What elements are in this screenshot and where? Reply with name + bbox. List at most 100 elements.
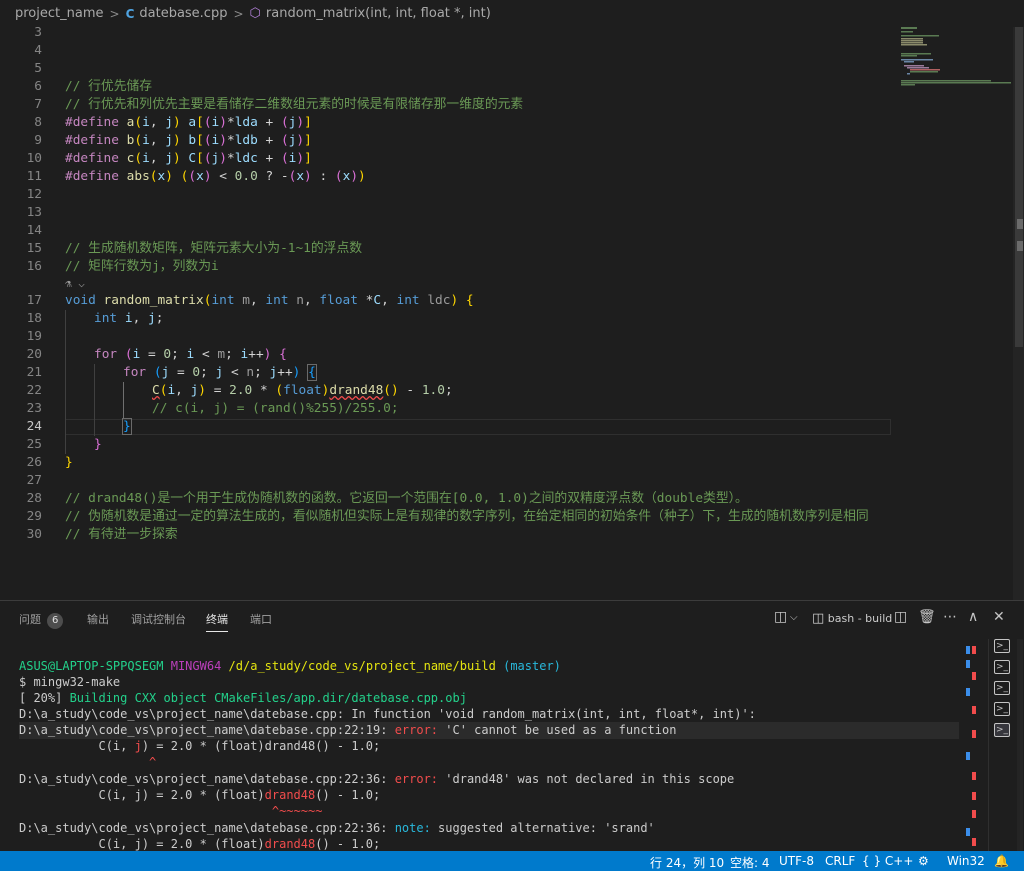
code-line: 23 // c(i, j) = (rand()%255)/255.0; [0, 400, 895, 418]
line-number: 21 [26, 365, 42, 380]
indentation[interactable]: 空格: 4 [730, 854, 770, 871]
scroll-marker [1017, 219, 1023, 229]
line-number: 19 [26, 329, 42, 344]
code-line: 30 // 有待进一步探索 [0, 526, 895, 544]
code-line: 25} [0, 436, 895, 454]
code-text: void random_matrix(int m, int n, float *… [65, 293, 474, 308]
line-number: 13 [26, 205, 42, 220]
breadcrumb-symbol-label: random_matrix(int, int, float *, int) [265, 6, 491, 21]
code-line: 7 // 行优先和列优先主要是看储存二维数组元素的时候是有限储存那一维度的元素 [0, 96, 895, 114]
breadcrumb-file[interactable]: Cdatebase.cpp [126, 6, 228, 21]
line-number: 3 [34, 27, 42, 40]
tab-terminal[interactable]: 终端 [206, 611, 228, 632]
line-number: 30 [26, 527, 42, 542]
line-number: 4 [34, 43, 42, 58]
terminal-instance-icon-active[interactable]: >_ [994, 723, 1010, 737]
terminal-instance-icon[interactable]: >_ [994, 681, 1010, 695]
cursor-position[interactable]: 行 24，列 10 [650, 854, 724, 871]
terminal-error-line: D:\a_study\code_vs\project_name\datebase… [19, 722, 959, 739]
terminal-instance-icon[interactable]: >_ [994, 660, 1010, 674]
line-number: 5 [34, 61, 42, 76]
line-number: 7 [34, 97, 42, 112]
terminal-select[interactable]: ◫ bash - build [812, 611, 892, 626]
terminal-error-line: D:\a_study\code_vs\project_name\datebase… [19, 772, 735, 786]
code-line: 5 [0, 60, 895, 78]
encoding[interactable]: UTF-8 [779, 854, 814, 868]
terminal-code-line: C(i, j) = 2.0 * (float)drand48() - 1.0; [19, 837, 381, 851]
terminal-scrollbar[interactable] [962, 642, 978, 852]
comment: // 有待进一步探索 [65, 527, 178, 542]
code-line: 19 [0, 328, 895, 346]
breadcrumb: project_name > Cdatebase.cpp > ⬡ random_m… [0, 0, 1024, 27]
bottom-panel: 问题 6 输出 调试控制台 终端 端口 ◫ ⌵ ◫ bash - build ◫ … [0, 600, 1024, 852]
code-text: #define c(i, j) C[(j)*ldc + (i)] [65, 151, 312, 166]
terminal-line: D:\a_study\code_vs\project_name\datebase… [19, 707, 756, 721]
code-line: 6 // 行优先储存 [0, 78, 895, 96]
scrollbar-thumb[interactable] [1015, 27, 1023, 347]
codelens-row: ⚗ ⌵ [0, 275, 895, 291]
split-layout-icon[interactable]: ◫ [774, 609, 787, 625]
maximize-panel-icon[interactable]: ∧ [968, 609, 978, 625]
terminal-code-line: C(i, j) = 2.0 * (float)drand48() - 1.0; [19, 788, 381, 802]
line-number: 15 [26, 241, 42, 256]
panel-tabs: 问题 6 输出 调试控制台 终端 端口 ◫ ⌵ ◫ bash - build ◫ … [0, 601, 1024, 636]
code-line: 28 // drand48()是一个用于生成伪随机数的函数。它返回一个范围在[0.… [0, 490, 895, 508]
language-mode[interactable]: { } C++ [862, 854, 913, 868]
cpp-file-icon: C [125, 6, 135, 21]
terminal-instance-icon[interactable]: >_ [994, 702, 1010, 716]
terminal-prompt: ASUS@LAPTOP-SPPQSEGM MINGW64 /d/a_study/… [19, 659, 561, 673]
editor-scrollbar[interactable] [1013, 27, 1024, 600]
breadcrumb-file-label: datebase.cpp [139, 6, 228, 21]
terminal-instance-icon[interactable]: >_ [994, 639, 1010, 653]
line-number: 17 [26, 293, 42, 308]
terminal-output[interactable]: ASUS@LAPTOP-SPPQSEGM MINGW64 /d/a_study/… [0, 644, 960, 852]
terminal-list-scrollbar[interactable] [1017, 639, 1023, 852]
trash-icon[interactable]: 🗑 [918, 609, 936, 625]
tab-output[interactable]: 输出 [87, 611, 109, 627]
problems-count-badge: 6 [47, 613, 64, 629]
line-number: 28 [26, 491, 42, 506]
code-line: 12 [0, 186, 895, 204]
code-text: } [65, 455, 73, 470]
terminal-code-line: C(i, j) = 2.0 * (float)drand48() - 1.0; [19, 739, 381, 753]
code-editor[interactable]: 3 5 4 6 // 行优先储存 7 // 行优先和列优先主要是看储存二维数组元素的… [0, 27, 895, 600]
copilot-icon[interactable]: ⚙ [918, 854, 929, 868]
breadcrumb-project-label: project_name [15, 6, 104, 21]
codelens-icon[interactable]: ⚗ ⌵ [65, 275, 85, 293]
tab-ports[interactable]: 端口 [250, 611, 272, 627]
breadcrumb-project[interactable]: project_name [15, 6, 104, 21]
code-line: 9 #define b(i, j) b[(i)*ldb + (j)] [0, 132, 895, 150]
code-line: 4 [0, 42, 895, 60]
code-line: 20 for (i = 0; i < m; i++) { [0, 346, 895, 364]
terminal-build-line: [ 20%] Building CXX object CMakeFiles/ap… [19, 691, 467, 705]
comment: // 行优先和列优先主要是看储存二维数组元素的时候是有限储存那一维度的元素 [65, 97, 524, 112]
close-panel-icon[interactable]: ✕ [993, 609, 1005, 625]
tab-debug-console[interactable]: 调试控制台 [131, 611, 186, 627]
code-line: 10 #define c(i, j) C[(j)*ldc + (i)] [0, 150, 895, 168]
chevron-down-icon[interactable]: ⌵ [790, 612, 798, 623]
line-number: 14 [26, 223, 42, 238]
terminal-name: bash - build [827, 612, 893, 625]
bell-icon[interactable]: 🔔 [994, 854, 1009, 868]
code-text: #define b(i, j) b[(i)*ldb + (j)] [65, 133, 312, 148]
comment: // 伪随机数是通过一定的算法生成的，看似随机但实际上是有规律的数字序列，在给定… [65, 509, 869, 524]
code-text: #define abs(x) ((x) < 0.0 ? -(x) : (x)) [65, 169, 366, 184]
minimap[interactable] [895, 27, 1013, 600]
platform[interactable]: Win32 [947, 854, 985, 868]
comment: // c(i, j) = (rand()%255)/255.0; [152, 401, 399, 416]
more-actions-icon[interactable]: ⋯ [943, 609, 957, 625]
line-endings[interactable]: CRLF [825, 854, 855, 868]
code-text: #define a(i, j) a[(i)*lda + (j)] [65, 115, 312, 130]
comment: // 矩阵行数为j，列数为i [65, 259, 219, 274]
chevron-right-icon: > [233, 6, 244, 21]
breadcrumb-symbol[interactable]: ⬡ random_matrix(int, int, float *, int) [250, 6, 491, 21]
line-number: 24 [26, 419, 42, 434]
tab-problems[interactable]: 问题 6 [19, 611, 64, 629]
code-line: 3 [0, 27, 895, 42]
code-text: C(i, j) = 2.0 * (float)drand48() - 1.0; [152, 383, 453, 398]
split-terminal-icon[interactable]: ◫ [894, 609, 907, 625]
line-number: 18 [26, 311, 42, 326]
line-number: 6 [34, 79, 42, 94]
code-line: 16 // 矩阵行数为j，列数为i [0, 258, 895, 276]
code-line: 11 #define abs(x) ((x) < 0.0 ? -(x) : (x)… [0, 168, 895, 186]
